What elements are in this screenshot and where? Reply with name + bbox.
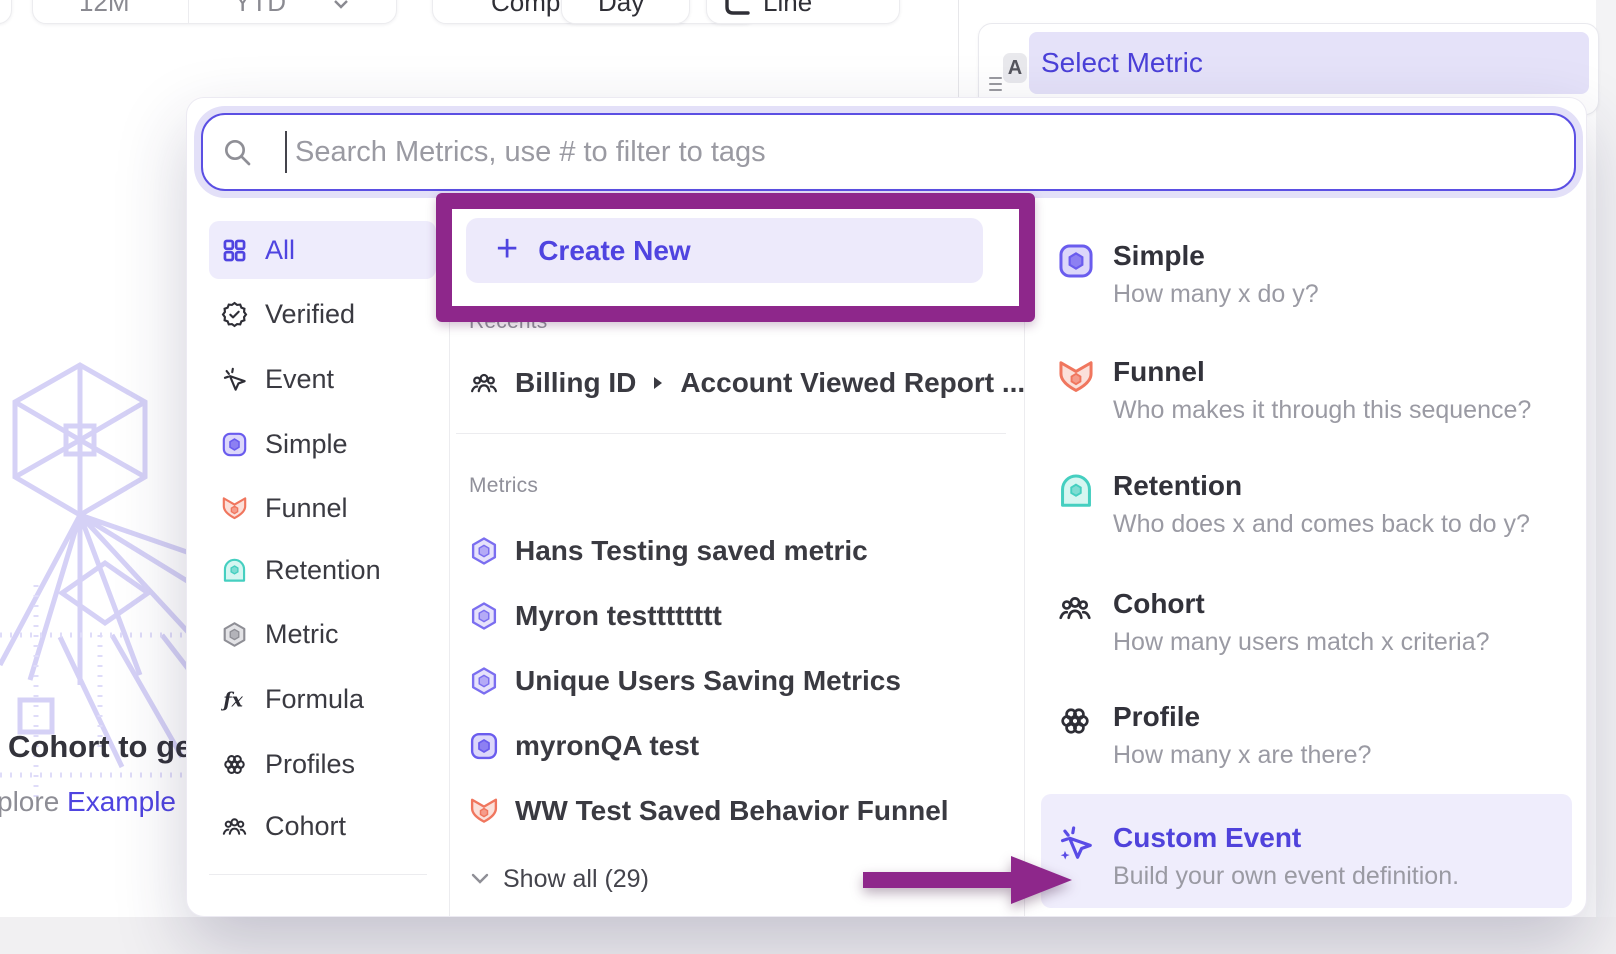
metric-list-item[interactable]: myronQA test (469, 726, 699, 766)
funnel-icon (221, 495, 248, 522)
sidebar-item-event[interactable]: Event (209, 350, 436, 408)
select-metric-label: Select Metric (1041, 47, 1203, 79)
chevron-down-icon (333, 0, 349, 9)
background-headline: Cohort to ge (8, 729, 192, 765)
verified-badge-icon (221, 301, 248, 328)
funnel-icon (469, 796, 499, 826)
tag-icon (221, 913, 248, 918)
profiles-cluster-icon (1057, 703, 1093, 739)
date-range-control[interactable]: 12M YTD (32, 0, 397, 24)
series-badge: A (1003, 53, 1027, 83)
metric-list-item[interactable]: Unique Users Saving Metrics (469, 661, 901, 701)
retention-icon (1057, 472, 1095, 510)
metric-list-item[interactable]: Myron testttttttt (469, 596, 722, 636)
simple-metric-icon (1057, 242, 1095, 280)
svg-text:ƒx: ƒx (221, 688, 243, 711)
sidebar-item-formula[interactable]: ƒx Formula (209, 670, 436, 728)
sidebar-item-all[interactable]: All (209, 221, 436, 279)
drag-handle-icon[interactable] (989, 77, 1002, 93)
sidebar-divider (209, 874, 427, 875)
granularity-button[interactable]: Day (561, 0, 690, 24)
window-bottom-band (0, 917, 1616, 954)
cohort-people-icon (469, 368, 499, 398)
metric-hexagon-icon (469, 666, 499, 696)
sidebar-item-simple[interactable]: Simple (209, 415, 436, 473)
type-option-custom-event[interactable]: Custom Event Build your own event defini… (1041, 794, 1572, 908)
search-icon (221, 136, 253, 168)
metric-hexagon-icon (469, 601, 499, 631)
event-cursor-icon (221, 366, 248, 393)
arrow-right-separator-icon (652, 375, 664, 391)
sidebar-item-metric[interactable]: Metric (209, 605, 436, 663)
range-12m-button[interactable]: 12M (79, 0, 130, 18)
sidebar-item-funnel[interactable]: Funnel (209, 479, 436, 537)
retention-icon (221, 557, 248, 584)
recent-item-billing-id[interactable]: Billing ID Account Viewed Report ... (469, 363, 1025, 403)
simple-metric-icon (221, 431, 248, 458)
type-option-profile[interactable]: Profile How many x are there? (1041, 701, 1572, 787)
select-metric-button[interactable]: Select Metric (1029, 32, 1589, 94)
right-gutter (1596, 0, 1616, 954)
search-input[interactable] (293, 135, 1574, 170)
background-wireframe-illustration (0, 335, 210, 935)
show-all-button[interactable]: Show all (29) (471, 859, 649, 899)
sidebar-item-profiles[interactable]: Profiles (209, 735, 436, 793)
background-subtext: xplore Example R (0, 786, 204, 818)
annotation-arrow (850, 838, 1080, 922)
annotation-box (436, 193, 1035, 322)
chevron-down-icon (471, 873, 489, 885)
metric-list-item[interactable]: Hans Testing saved metric (469, 531, 868, 571)
range-ytd-button[interactable]: YTD (234, 0, 286, 18)
type-option-simple[interactable]: Simple How many x do y? (1041, 240, 1572, 326)
simple-metric-icon (469, 731, 499, 761)
formula-icon: ƒx (221, 686, 248, 713)
metrics-heading: Metrics (469, 474, 538, 498)
cohort-people-icon (221, 813, 248, 840)
type-option-funnel[interactable]: Funnel Who makes it through this sequenc… (1041, 356, 1572, 442)
funnel-icon (1057, 358, 1095, 396)
sidebar-item-retention[interactable]: Retention (209, 541, 436, 599)
type-option-retention[interactable]: Retention Who does x and comes back to d… (1041, 470, 1572, 556)
grid-icon (221, 237, 248, 264)
segment-divider (188, 0, 189, 23)
line-chart-icon (723, 0, 751, 17)
sidebar-item-tags[interactable]: Tags (209, 897, 436, 917)
background-subtext-prefix: xplore (0, 786, 67, 817)
type-option-cohort[interactable]: Cohort How many users match x criteria? (1041, 588, 1572, 674)
app-root: { "toolbar": { "range_12m": "12M", "rang… (0, 0, 1616, 954)
cohort-people-icon (1057, 590, 1093, 626)
chart-type-button[interactable]: Line (706, 0, 900, 24)
profiles-cluster-icon (221, 751, 248, 778)
metric-hexagon-icon (221, 621, 248, 648)
toolbar-partial-button[interactable] (0, 0, 12, 24)
text-caret (285, 131, 287, 173)
metric-search[interactable] (201, 113, 1576, 191)
sidebar-item-verified[interactable]: Verified (209, 285, 436, 343)
sidebar-item-cohort[interactable]: Cohort (209, 797, 436, 855)
metric-hexagon-icon (469, 536, 499, 566)
example-link[interactable]: Example R (67, 786, 204, 817)
section-divider (456, 433, 1006, 434)
metric-list-item[interactable]: WW Test Saved Behavior Funnel (469, 791, 949, 831)
